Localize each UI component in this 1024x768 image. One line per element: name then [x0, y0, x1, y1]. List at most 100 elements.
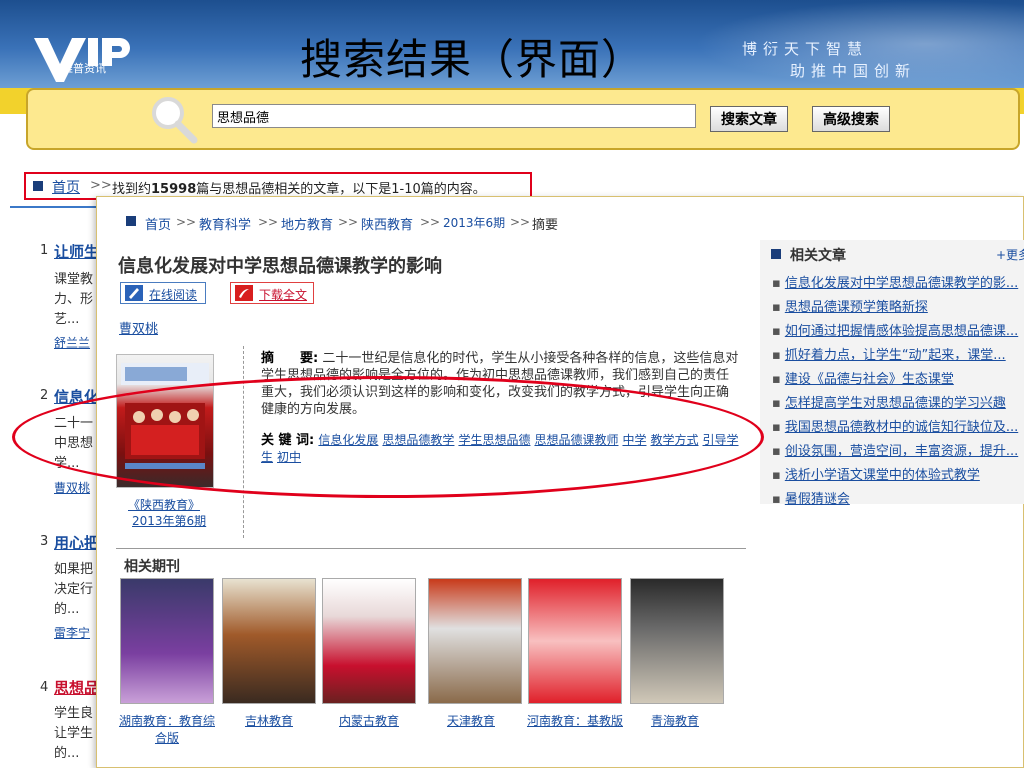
results-count: 15998	[151, 182, 197, 197]
related-article-link[interactable]: 抓好着力点，让学生“动”起来，课堂...	[785, 348, 1006, 363]
related-articles-list: ▪ 信息化发展对中学思想品德课教学的影... ▪ 思想品德课预学策略新探 ▪ 如何通过…	[772, 272, 1024, 512]
journal-name[interactable]: 内蒙古教育	[322, 712, 416, 729]
journal-name[interactable]: 青海教育	[628, 712, 722, 729]
related-journals-heading: 相关期刊	[124, 559, 180, 575]
list-item[interactable]: ▪ 浅析小学语文课堂中的体验式教学	[772, 464, 1024, 488]
breadcrumb-item[interactable]: 2013年6期	[443, 214, 505, 231]
bullet-dot-icon: ▪	[772, 372, 781, 387]
bullet-dot-icon: ▪	[772, 396, 781, 411]
bullet-square-icon	[126, 216, 136, 226]
search-articles-button[interactable]: 搜索文章	[710, 106, 788, 132]
result-author[interactable]: 曹双桃	[54, 479, 90, 496]
related-article-link[interactable]: 建设《品德与社会》生态课堂	[785, 372, 954, 387]
related-article-link[interactable]: 我国思想品德教材中的诚信知行缺位及...	[785, 420, 1018, 435]
list-item[interactable]: ▪ 思想品德课预学策略新探	[772, 296, 1024, 320]
list-item[interactable]: ▪ 信息化发展对中学思想品德课教学的影...	[772, 272, 1024, 296]
keyword-link[interactable]: 教学方式	[650, 433, 698, 447]
keyword-link[interactable]: 学生思想品德	[458, 433, 530, 447]
article-author-link[interactable]: 曹双桃	[119, 318, 158, 337]
search-input[interactable]	[212, 104, 696, 128]
keyword-link[interactable]: 思想品德课教师	[534, 433, 618, 447]
keyword-link[interactable]: 信息化发展	[318, 433, 378, 447]
article-title: 信息化发展对中学思想品德课教学的影响	[118, 256, 442, 277]
result-title[interactable]: 让师生	[54, 241, 99, 262]
keyword-link[interactable]: 中学	[622, 433, 646, 447]
result-author[interactable]: 雷李宁	[54, 624, 90, 641]
journal-cover[interactable]	[528, 578, 622, 704]
breadcrumb-item[interactable]: 地方教育	[281, 214, 333, 233]
result-snippet: 的...	[54, 746, 80, 761]
cover-caption-issue[interactable]: 2013年第6期	[132, 512, 206, 529]
breadcrumb-item[interactable]: 教育科学	[199, 214, 251, 233]
breadcrumb-separator: >>	[420, 215, 441, 229]
result-snippet: 决定行	[54, 582, 94, 597]
more-link[interactable]: +更多	[996, 246, 1024, 263]
list-item[interactable]: ▪ 抓好着力点，让学生“动”起来，课堂...	[772, 344, 1024, 368]
bullet-dot-icon: ▪	[772, 492, 781, 507]
list-item[interactable]: ▪ 如何通过把握情感体验提高思想品德课...	[772, 320, 1024, 344]
result-title[interactable]: 思想品	[54, 677, 99, 698]
list-item[interactable]: ▪ 建设《品德与社会》生态课堂	[772, 368, 1024, 392]
result-author[interactable]: 舒兰兰	[54, 334, 90, 351]
slogan-line1: 博衍天下智慧	[742, 40, 869, 58]
breadcrumb-current: 摘要	[532, 218, 559, 233]
journal-name[interactable]: 吉林教育	[222, 712, 316, 729]
list-item[interactable]: ▪ 我国思想品德教材中的诚信知行缺位及...	[772, 416, 1024, 440]
keyword-link[interactable]: 初中	[277, 450, 301, 464]
article-abstract: 摘 要: 二十一世纪是信息化的时代，学生从小接受各种各样的信息，这些信息对学生思…	[261, 350, 739, 418]
journal-cover[interactable]	[222, 578, 316, 704]
list-item[interactable]: ▪ 创设氛围，营造空间，丰富资源，提升...	[772, 440, 1024, 464]
bullet-dot-icon: ▪	[772, 276, 781, 291]
results-suffix: 篇与思想品德相关的文章，以下是1-10篇的内容。	[196, 182, 486, 197]
related-article-link[interactable]: 如何通过把握情感体验提高思想品德课...	[785, 324, 1018, 339]
results-summary: 找到约15998篇与思想品德相关的文章，以下是1-10篇的内容。	[112, 178, 486, 197]
result-title[interactable]: 信息化	[54, 386, 99, 407]
bullet-dot-icon: ▪	[772, 444, 781, 459]
related-article-link[interactable]: 怎样提高学生对思想品德课的学习兴趣	[785, 396, 1006, 411]
journal-cover[interactable]	[322, 578, 416, 704]
journal-cover-image[interactable]	[116, 354, 214, 488]
journal-name[interactable]: 天津教育	[424, 712, 518, 729]
results-home-link[interactable]: 首页	[52, 177, 80, 197]
download-fulltext-button[interactable]: 下载全文	[230, 282, 314, 304]
advanced-search-button[interactable]: 高级搜索	[812, 106, 890, 132]
result-snippet: 力、形	[54, 292, 94, 307]
related-articles-heading: 相关文章	[790, 248, 846, 264]
related-article-link[interactable]: 思想品德课预学策略新探	[785, 300, 928, 315]
related-article-link[interactable]: 暑假猜谜会	[785, 492, 850, 507]
read-online-label: 在线阅读	[149, 288, 198, 302]
journal-name-line: 湖南教育：教育综	[118, 714, 215, 728]
result-snippet: 二十一	[54, 416, 94, 431]
result-number: 4	[40, 680, 49, 695]
read-online-button[interactable]: 在线阅读	[120, 282, 206, 304]
breadcrumb-separator: >>	[338, 215, 359, 229]
journal-name-line: 合版	[154, 731, 179, 745]
cover-caption-journal[interactable]: 《陕西教育》	[128, 496, 200, 513]
download-label: 下载全文	[259, 288, 308, 302]
list-item[interactable]: ▪ 暑假猜谜会	[772, 488, 1024, 512]
journal-cover[interactable]	[120, 578, 214, 704]
breadcrumb-separator: >>	[510, 215, 531, 229]
journal-name[interactable]: 河南教育：基教版	[520, 712, 630, 729]
result-snippet: 学生良	[54, 706, 94, 721]
result-number: 1	[40, 243, 49, 258]
related-article-link[interactable]: 创设氛围，营造空间，丰富资源，提升...	[785, 444, 1018, 459]
keyword-link[interactable]: 思想品德教学	[382, 433, 454, 447]
results-separator: >>	[90, 178, 112, 193]
result-snippet: 艺...	[54, 312, 80, 327]
result-snippet: 中思想	[54, 436, 94, 451]
list-item[interactable]: ▪ 怎样提高学生对思想品德课的学习兴趣	[772, 392, 1024, 416]
journal-name[interactable]: 湖南教育：教育综 合版	[112, 712, 222, 746]
breadcrumb-home[interactable]: 首页	[145, 214, 171, 233]
bullet-dot-icon: ▪	[772, 324, 781, 339]
keywords-label: 关 键 词:	[261, 433, 315, 448]
related-article-link[interactable]: 浅析小学语文课堂中的体验式教学	[785, 468, 980, 483]
journal-cover[interactable]	[428, 578, 522, 704]
abstract-text: 二十一世纪是信息化的时代，学生从小接受各种各样的信息，这些信息对学生思想品德的影…	[261, 351, 739, 417]
journal-cover[interactable]	[630, 578, 724, 704]
breadcrumb-item[interactable]: 陕西教育	[361, 214, 413, 233]
related-article-link[interactable]: 信息化发展对中学思想品德课教学的影...	[785, 276, 1018, 291]
bullet-square-icon	[771, 249, 781, 259]
bullet-dot-icon: ▪	[772, 420, 781, 435]
result-title[interactable]: 用心把	[54, 532, 99, 553]
